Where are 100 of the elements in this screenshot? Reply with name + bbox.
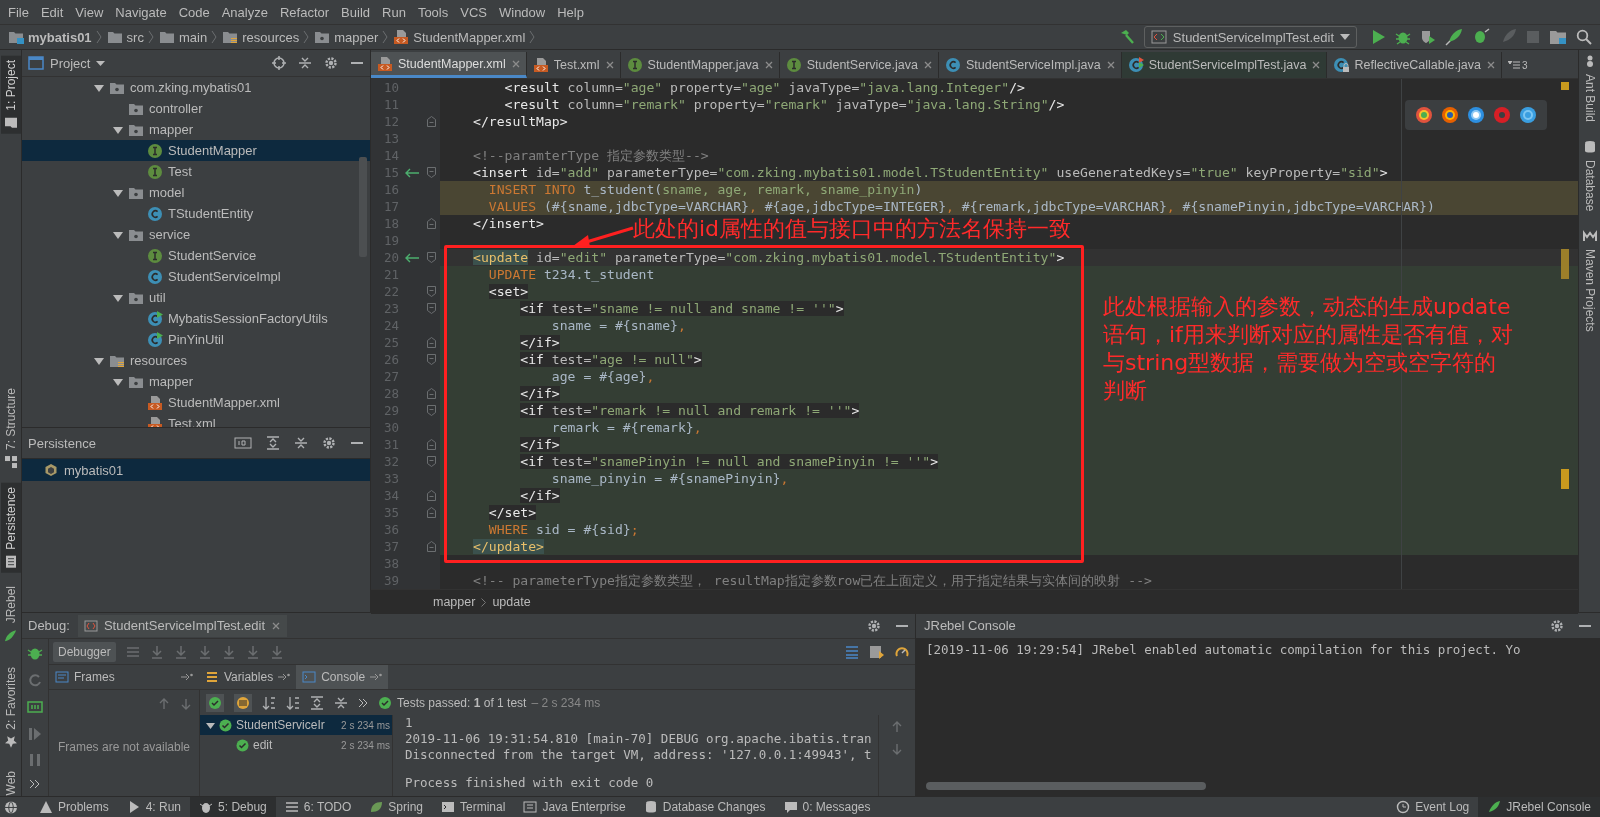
fold-icon[interactable] bbox=[427, 405, 436, 416]
left-arrow-icon[interactable] bbox=[405, 252, 419, 263]
breadcrumb-item[interactable]: StudentMapper.xml bbox=[393, 29, 530, 45]
cursor-step-icon[interactable] bbox=[245, 644, 260, 659]
editor-tab[interactable]: StudentService.java bbox=[779, 52, 939, 78]
fold-icon[interactable] bbox=[427, 507, 436, 518]
tree-item[interactable]: mapper bbox=[22, 119, 370, 140]
editor-tab[interactable]: Test.xml bbox=[526, 52, 621, 78]
up-arrow-icon[interactable] bbox=[892, 721, 902, 733]
tree-item[interactable]: StudentMapper.xml bbox=[22, 392, 370, 413]
round-logo-icon[interactable] bbox=[1519, 106, 1537, 124]
test-tree-item[interactable]: edit 2 s 234 ms bbox=[200, 735, 392, 755]
tool-window-tab[interactable]: 7: Structure bbox=[0, 383, 21, 473]
left-arrow-icon[interactable] bbox=[405, 167, 419, 178]
up-arrow-icon[interactable] bbox=[159, 698, 169, 710]
pin-icon[interactable] bbox=[278, 673, 291, 681]
more-icon[interactable] bbox=[358, 697, 368, 708]
menu-item[interactable]: Refactor bbox=[273, 4, 336, 20]
tool-window-tab[interactable]: 2: Favorites bbox=[0, 662, 21, 753]
scrollbar-thumb[interactable] bbox=[926, 782, 1206, 790]
tree-item[interactable]: StudentService bbox=[22, 245, 370, 266]
tool-window-button[interactable]: Terminal bbox=[432, 797, 515, 817]
close-icon[interactable] bbox=[1105, 60, 1116, 70]
step-over-icon[interactable] bbox=[149, 644, 164, 659]
menu-item[interactable]: Navigate bbox=[109, 4, 173, 20]
tool-window-tab[interactable]: 1: Project bbox=[0, 56, 21, 134]
tool-window-tab[interactable]: Ant Build bbox=[1582, 54, 1597, 123]
editor-tab[interactable]: StudentServiceImpl.java bbox=[938, 52, 1122, 78]
breadcrumb-item[interactable]: resources bbox=[222, 29, 304, 45]
tool-window-tab[interactable]: Persistence bbox=[0, 482, 21, 573]
collapse-icon[interactable] bbox=[298, 56, 312, 70]
query-icon[interactable] bbox=[234, 437, 252, 449]
sort-alpha-icon[interactable] bbox=[262, 695, 276, 710]
panel-tab[interactable]: Console bbox=[296, 665, 389, 689]
project-structure-icon[interactable] bbox=[1549, 29, 1567, 45]
pin-icon[interactable] bbox=[370, 673, 383, 681]
tool-window-tab[interactable]: Database bbox=[1582, 140, 1597, 212]
expand-arrow-icon[interactable] bbox=[113, 376, 123, 387]
pause-icon[interactable] bbox=[28, 753, 42, 767]
tree-item[interactable]: controller bbox=[22, 98, 370, 119]
expand-all-icon[interactable] bbox=[266, 436, 280, 450]
tree-item[interactable]: model bbox=[22, 182, 370, 203]
tree-item[interactable]: TStudentEntity bbox=[22, 203, 370, 224]
expand-arrow-icon[interactable] bbox=[113, 187, 123, 198]
collapse-icon[interactable] bbox=[294, 436, 308, 450]
list-icon[interactable] bbox=[845, 644, 859, 659]
tree-item[interactable]: StudentMapper bbox=[22, 140, 370, 161]
fold-icon[interactable] bbox=[427, 303, 436, 314]
step-into-icon[interactable] bbox=[173, 644, 188, 659]
scrollbar-thumb[interactable] bbox=[359, 157, 367, 257]
close-icon[interactable] bbox=[510, 58, 521, 69]
editor-tab[interactable]: StudentMapper.java bbox=[620, 52, 780, 78]
close-icon[interactable] bbox=[763, 60, 774, 70]
settings-icon[interactable] bbox=[1550, 618, 1564, 633]
close-icon[interactable] bbox=[604, 60, 615, 70]
collapse-icon[interactable] bbox=[334, 695, 348, 710]
menu-item[interactable]: Tools bbox=[411, 4, 455, 20]
close-icon[interactable] bbox=[922, 60, 933, 70]
settings-icon[interactable] bbox=[867, 618, 881, 633]
expand-arrow-icon[interactable] bbox=[113, 292, 123, 303]
fold-icon[interactable] bbox=[427, 456, 436, 467]
resume-icon[interactable] bbox=[28, 727, 42, 741]
fold-icon[interactable] bbox=[427, 388, 436, 399]
menu-item[interactable]: Code bbox=[172, 4, 216, 20]
round-logo-icon[interactable] bbox=[1441, 106, 1459, 124]
round-logo-icon[interactable] bbox=[1467, 106, 1485, 124]
close-icon[interactable] bbox=[271, 620, 282, 631]
tree-item[interactable]: PinYinUtil bbox=[22, 329, 370, 350]
tool-window-button[interactable]: Problems bbox=[30, 797, 118, 817]
fold-icon[interactable] bbox=[427, 116, 436, 127]
tree-item[interactable]: mapper bbox=[22, 371, 370, 392]
panel-tab[interactable]: Frames bbox=[49, 665, 199, 689]
step-down-icon[interactable] bbox=[197, 644, 212, 659]
tool-window-button[interactable]: Java Enterprise bbox=[514, 797, 635, 817]
close-icon[interactable] bbox=[1311, 60, 1322, 70]
view-dropdown[interactable]: Project bbox=[28, 55, 106, 71]
menu-item[interactable]: Edit bbox=[34, 4, 70, 20]
menu-item[interactable]: Window bbox=[492, 4, 552, 20]
fold-icon[interactable] bbox=[427, 286, 436, 297]
tool-window-button[interactable]: 5: Debug bbox=[190, 797, 276, 817]
fold-icon[interactable] bbox=[427, 541, 436, 552]
down-arrow-icon[interactable] bbox=[892, 743, 902, 755]
run-icon[interactable] bbox=[1372, 29, 1386, 45]
tree-item[interactable]: service bbox=[22, 224, 370, 245]
editor-tab[interactable]: ReflectiveCallable.java bbox=[1327, 52, 1502, 78]
tree-item[interactable]: mybatis01 bbox=[22, 459, 370, 481]
menu-item[interactable]: Run bbox=[376, 4, 412, 20]
ignored-filter-icon[interactable] bbox=[234, 693, 252, 712]
session-tab[interactable]: StudentServiceImplTest.edit bbox=[77, 614, 288, 637]
menu-item[interactable]: Analyze bbox=[215, 4, 274, 20]
round-logo-icon[interactable] bbox=[1415, 106, 1433, 124]
editor-tab[interactable]: StudentMapper.xml bbox=[371, 52, 527, 78]
tool-window-tab[interactable]: JRebel bbox=[0, 582, 21, 647]
fold-icon[interactable] bbox=[427, 490, 436, 501]
panel-tab[interactable]: Debugger bbox=[53, 641, 116, 662]
tool-window-button[interactable]: 4: Run bbox=[117, 797, 191, 817]
tree-item[interactable]: com.zking.mybatis01 bbox=[22, 77, 370, 98]
settings-icon[interactable] bbox=[324, 56, 338, 70]
panel-tab[interactable]: Variables bbox=[199, 665, 297, 689]
run-configuration-dropdown[interactable]: StudentServiceImplTest.edit bbox=[1143, 26, 1357, 48]
